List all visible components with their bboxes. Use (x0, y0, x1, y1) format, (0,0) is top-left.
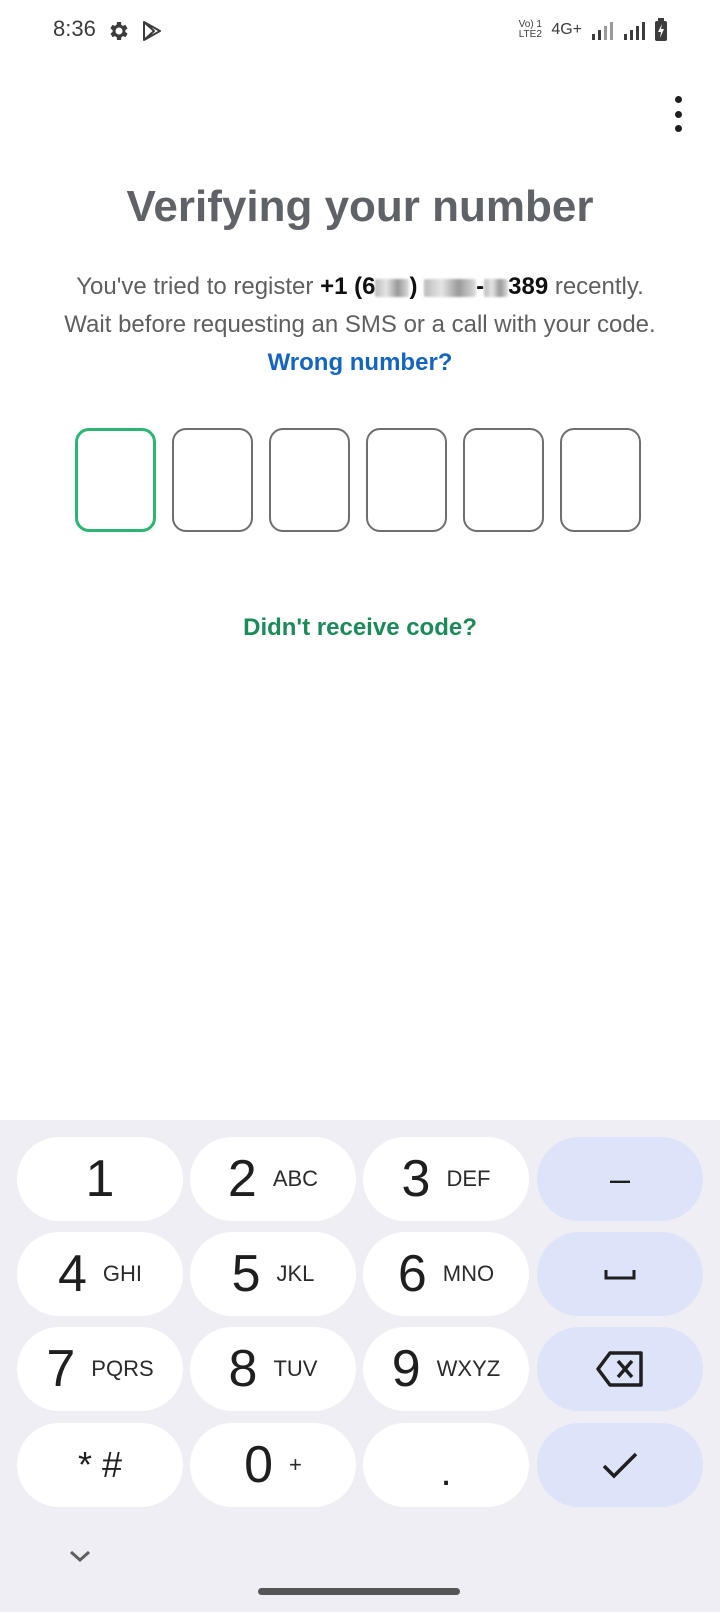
key-0[interactable]: 0 + (190, 1423, 356, 1507)
home-indicator[interactable] (258, 1588, 460, 1595)
code-digit-1[interactable] (75, 428, 156, 532)
key-5[interactable]: 5 JKL (190, 1232, 356, 1316)
code-digit-4[interactable] (366, 428, 447, 532)
play-icon (143, 21, 161, 41)
volte-indicator: Vo) 1 LTE2 (518, 19, 542, 40)
wrong-number-link[interactable]: Wrong number? (268, 349, 453, 376)
key-6[interactable]: 6 MNO (363, 1232, 529, 1316)
signal-icon (624, 22, 645, 40)
key-8[interactable]: 8 TUV (190, 1327, 356, 1411)
key-4[interactable]: 4 GHI (17, 1232, 183, 1316)
resend-code-link[interactable]: Didn't receive code? (0, 614, 720, 642)
status-time: 8:36 (53, 16, 96, 41)
verification-message: You've tried to register +1 (6) -389 rec… (64, 273, 656, 376)
code-digit-3[interactable] (269, 428, 350, 532)
gear-icon (110, 22, 128, 40)
status-bar: 8:36 Vo) 1 LTE2 4G+ (0, 0, 720, 60)
key-period[interactable]: . (363, 1423, 529, 1507)
key-star-hash[interactable]: * # (17, 1423, 183, 1507)
backspace-key[interactable] (537, 1327, 703, 1411)
phone-number: +1 (6) -389 (320, 273, 549, 300)
more-vert-icon[interactable] (664, 96, 692, 132)
key-1[interactable]: 1 (17, 1137, 183, 1221)
code-digit-6[interactable] (560, 428, 641, 532)
key-3[interactable]: 3 DEF (363, 1137, 529, 1221)
key-7[interactable]: 7 PQRS (17, 1327, 183, 1411)
check-icon (602, 1452, 638, 1479)
page-title: Verifying your number (126, 182, 594, 231)
network-type: 4G+ (551, 21, 582, 38)
key-2[interactable]: 2 ABC (190, 1137, 356, 1221)
code-digit-5[interactable] (463, 428, 544, 532)
key-9[interactable]: 9 WXYZ (363, 1327, 529, 1411)
status-indicators: Vo) 1 LTE2 4G+ (517, 16, 668, 44)
minus-key[interactable]: – (537, 1137, 703, 1221)
signal-icon (592, 22, 613, 40)
battery-icon (655, 18, 667, 41)
done-key[interactable] (537, 1423, 703, 1507)
code-digit-2[interactable] (172, 428, 253, 532)
space-icon (604, 1270, 636, 1280)
chevron-down-icon[interactable] (66, 1546, 94, 1566)
code-input (75, 428, 641, 532)
backspace-icon (596, 1351, 643, 1387)
space-key[interactable] (537, 1232, 703, 1316)
